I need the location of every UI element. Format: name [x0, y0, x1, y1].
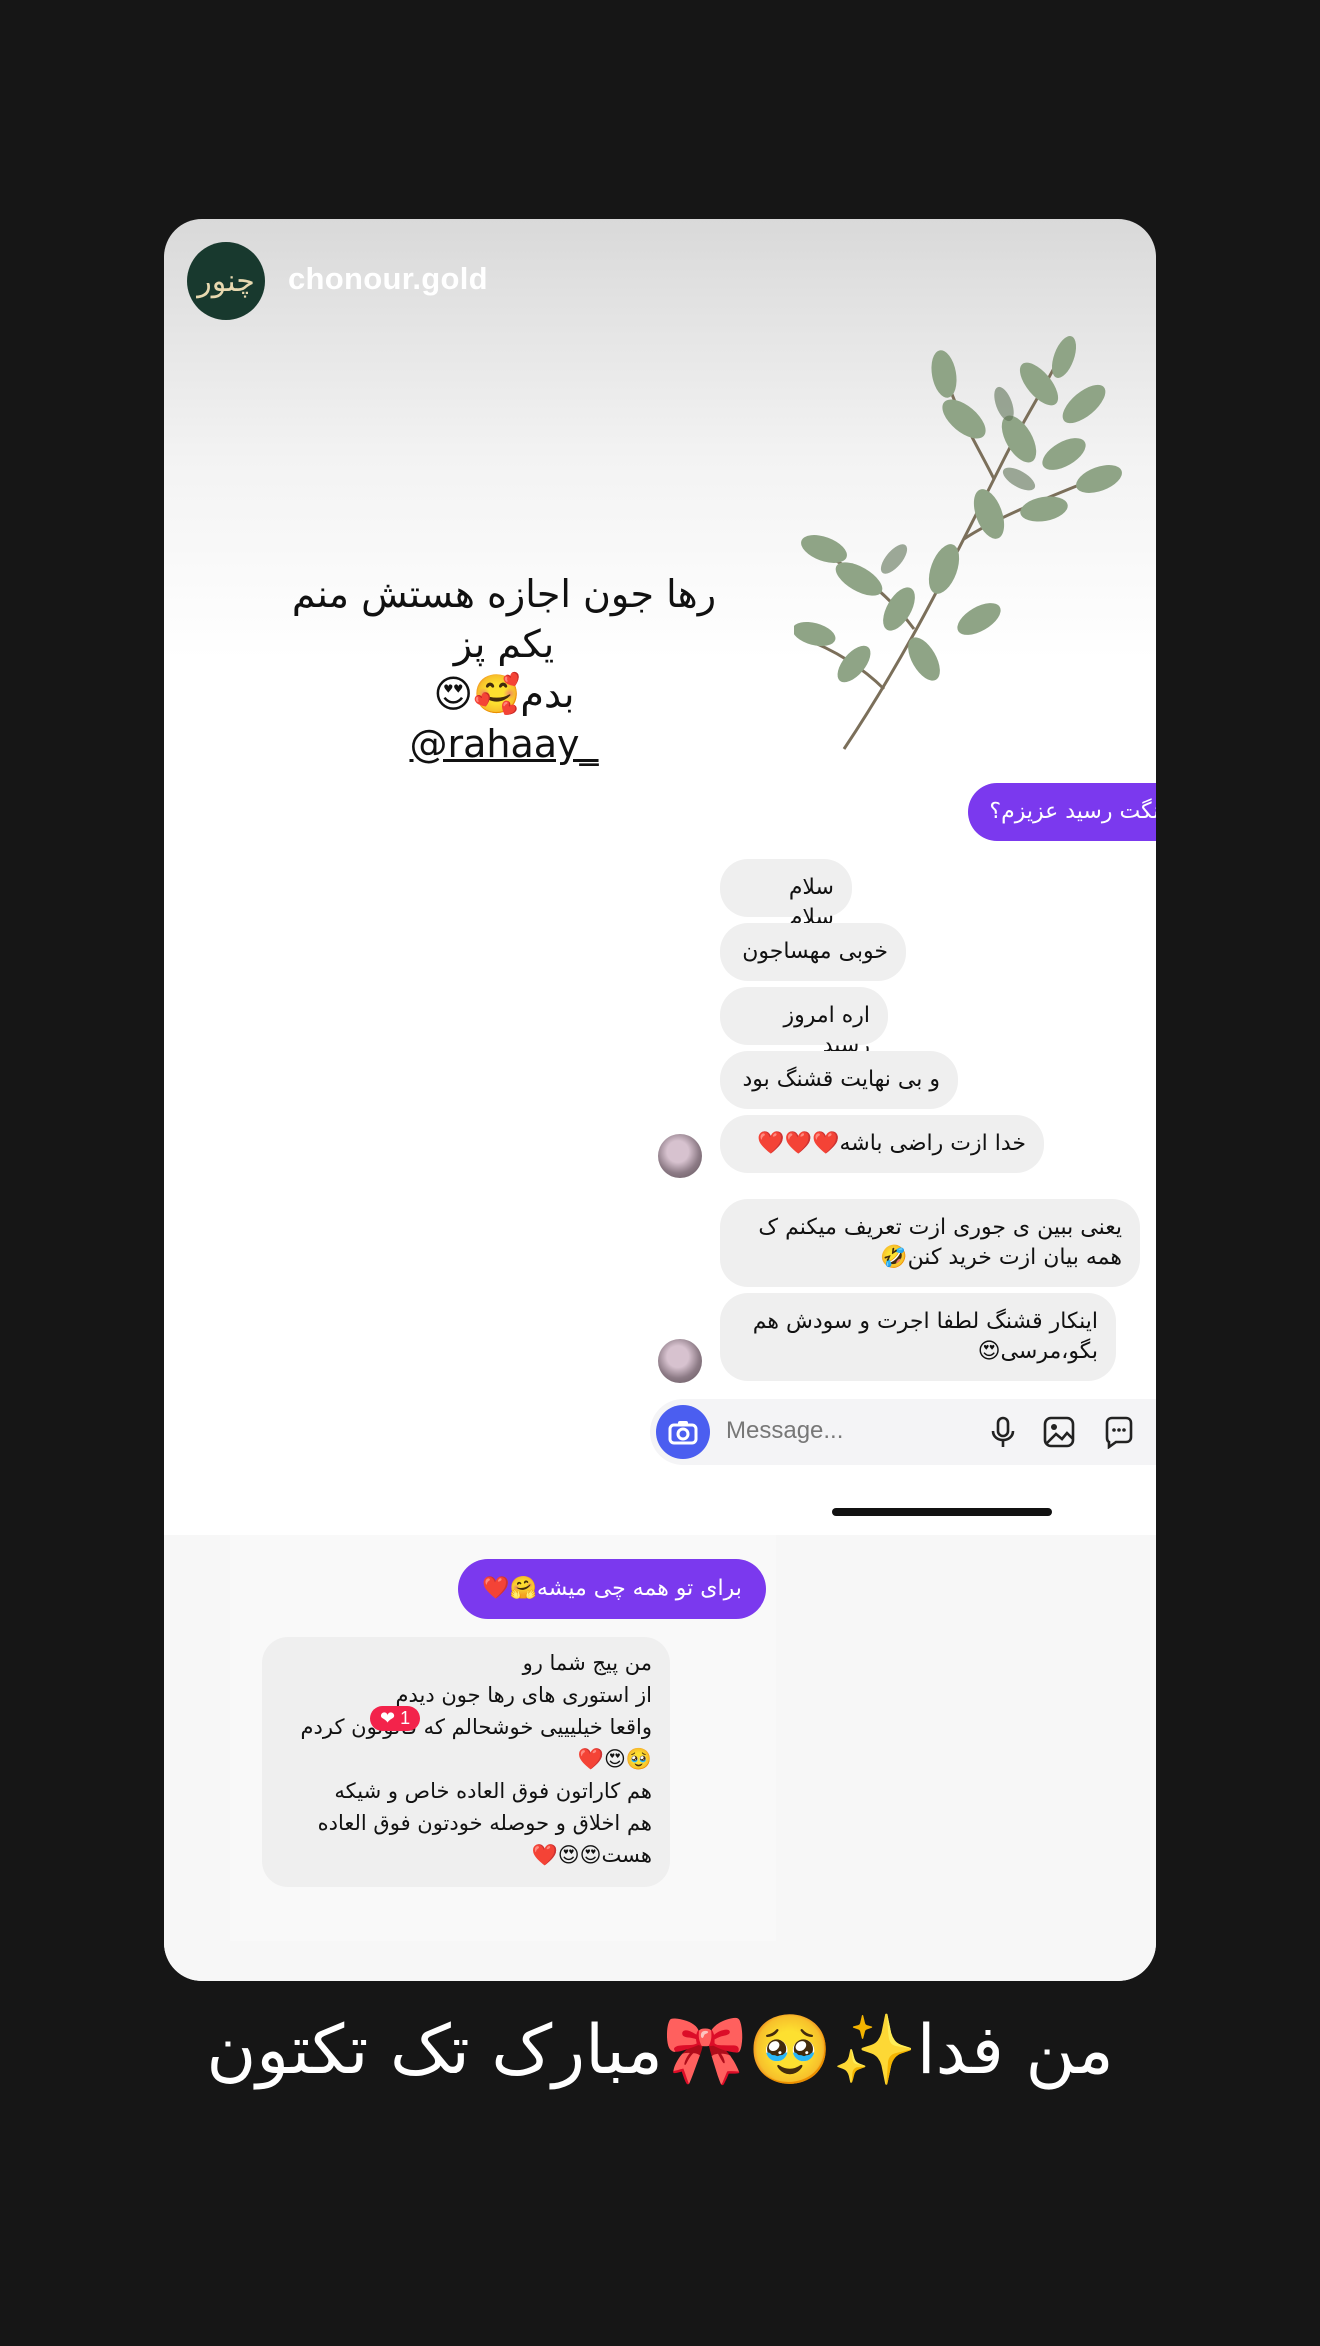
message-line: هم اخلاق و حوصله خودتون فوق العاده	[317, 1811, 652, 1835]
story-caption: من فدا✨🥹🎀مبارک تک تکتون	[206, 2011, 1114, 2090]
dm-screenshot-2: برای تو همه چی میشه🤗❤️ من پیج شما رو از …	[230, 1535, 776, 1941]
sent-message-bubble: برای تو همه چی میشه🤗❤️	[458, 1559, 766, 1619]
sender-avatar[interactable]	[658, 1134, 702, 1178]
message-line: 🥹😍❤️	[577, 1747, 652, 1771]
message-line: من پیج شما رو	[522, 1651, 652, 1675]
sent-message-text: برای تو همه چی میشه🤗❤️	[482, 1576, 742, 1601]
sticker-icon[interactable]	[1102, 1415, 1136, 1449]
message-text: خدا ازت راضی باشه❤️❤️❤️	[757, 1131, 1026, 1156]
heart-icon: ❤	[380, 1708, 396, 1728]
message-text: یعنی ببین ی جوری ازت تعریف میکنم ک همه ب…	[758, 1215, 1122, 1270]
received-message-6: یعنی ببین ی جوری ازت تعریف میکنم ک همه ب…	[720, 1199, 1140, 1287]
account-avatar[interactable]: چنور	[187, 242, 265, 320]
message-composer: Message...	[650, 1399, 1156, 1465]
sent-message-bubble: قشنگت رسید عزیزم؟	[968, 783, 1156, 841]
message-line: هم کاراتون فوق العاده خاص و شیکه	[334, 1779, 652, 1803]
sender-avatar[interactable]	[658, 1339, 702, 1383]
note-line-1: رها جون اجازه هستش منم یکم پز	[291, 572, 717, 666]
received-message-7: اینکار قشنگ لطفا اجرت و سودش هم بگو،مرسی…	[720, 1293, 1116, 1381]
home-indicator	[832, 1508, 1052, 1516]
note-line-2: بدم🥰😍	[433, 672, 575, 716]
received-message-long: من پیج شما رو از استوری های رها جون دیدم…	[262, 1637, 670, 1887]
message-text: خوبی مهساجون	[742, 939, 888, 964]
received-message-4: و بی نهایت قشنگ بود	[720, 1051, 958, 1109]
mention-link[interactable]: @rahaay_	[284, 719, 724, 769]
plant-illustration	[794, 336, 1122, 750]
message-line: واقعا خیلیییی خوشحالم که فالوتون کردم	[300, 1715, 652, 1739]
account-name[interactable]: chonour.gold	[288, 261, 488, 297]
camera-icon[interactable]	[656, 1405, 710, 1459]
logo-text: چنور	[197, 263, 255, 299]
received-message-5: خدا ازت راضی باشه❤️❤️❤️	[720, 1115, 1044, 1173]
received-message-1: سلام سلام	[720, 859, 852, 930]
message-input[interactable]: Message...	[726, 1417, 843, 1445]
message-text: اینکار قشنگ لطفا اجرت و سودش هم بگو،مرسی…	[752, 1309, 1098, 1364]
story-caption-text: رها جون اجازه هستش منم یکم پز بدم🥰😍 @rah…	[284, 569, 724, 769]
received-message-3: اره امروز رسید	[720, 987, 888, 1058]
message-text: اره امروز رسید	[783, 1003, 870, 1058]
message-line: از استوری های رها جون دیدم	[395, 1683, 652, 1707]
story-card: چنور chonour.gold رها جون اجازه هستش منم…	[164, 219, 1156, 1981]
message-text: سلام سلام	[788, 875, 834, 930]
like-badge: ❤ 1	[370, 1706, 421, 1731]
message-text: و بی نهایت قشنگ بود	[742, 1067, 940, 1092]
image-icon[interactable]	[1042, 1415, 1076, 1449]
message-line: هست😍😍❤️	[531, 1843, 652, 1867]
like-count: 1	[400, 1708, 411, 1728]
sent-message-text: قشنگت رسید عزیزم؟	[989, 799, 1156, 824]
microphone-icon[interactable]	[986, 1415, 1020, 1449]
received-message-2: خوبی مهساجون	[720, 923, 906, 981]
